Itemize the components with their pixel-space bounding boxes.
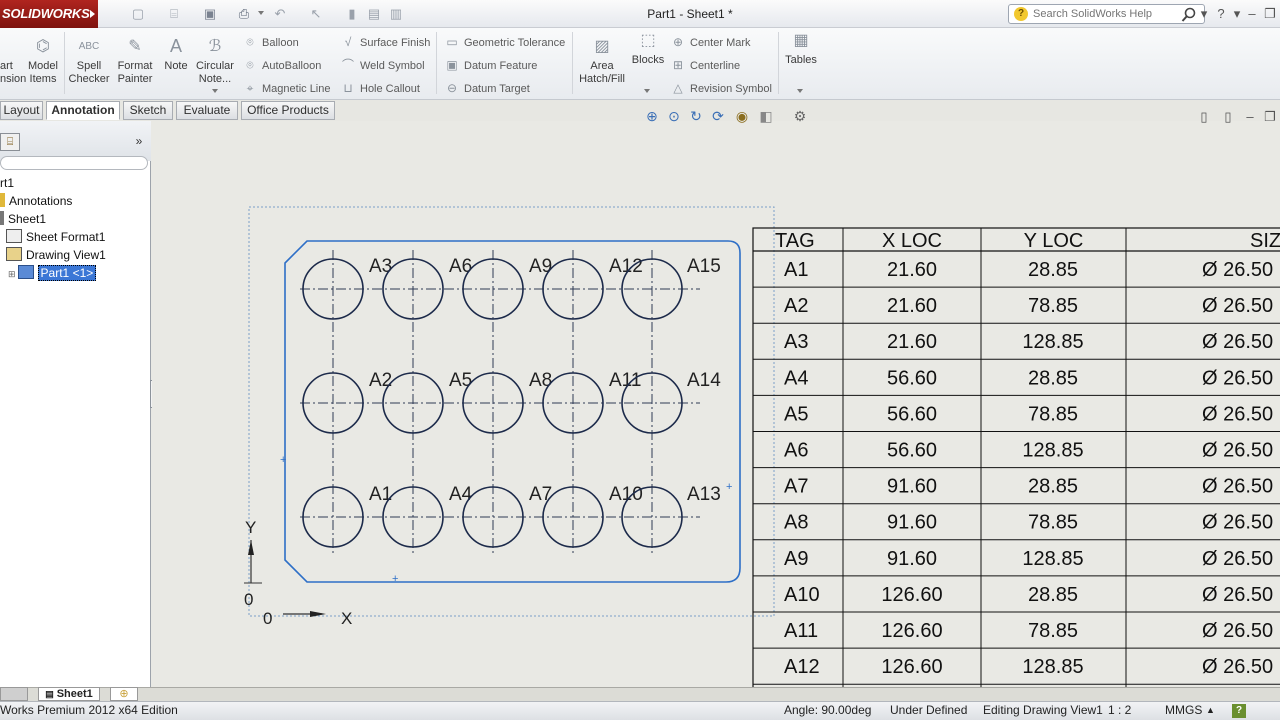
table-cell-x: 91.60 bbox=[887, 548, 937, 570]
hole-table-frame bbox=[752, 227, 1280, 689]
table-cell-tag: A6 bbox=[784, 440, 808, 462]
add-sheet-icon: ⊕ bbox=[119, 688, 129, 700]
origin-x-label: X bbox=[341, 609, 352, 628]
hole-tag-label: A13 bbox=[687, 484, 721, 505]
table-cell-size: Ø 26.50 bbox=[1202, 584, 1273, 606]
hole-tag-label: A6 bbox=[449, 256, 472, 277]
table-cell-size: Ø 26.50 bbox=[1202, 295, 1273, 317]
quick-tips-icon[interactable]: ? bbox=[1232, 704, 1246, 718]
view-handle-left: + bbox=[280, 454, 286, 466]
origin-y-zero: 0 bbox=[244, 590, 253, 609]
table-cell-size: Ø 26.50 bbox=[1202, 656, 1273, 678]
table-cell-tag: A5 bbox=[784, 403, 808, 425]
table-cell-tag: A11 bbox=[784, 620, 818, 642]
status-editing: Editing Drawing View1 bbox=[983, 703, 1103, 717]
status-definition: Under Defined bbox=[890, 703, 968, 717]
part-outline bbox=[284, 240, 741, 583]
hole-tag-label: A14 bbox=[687, 370, 721, 391]
table-cell-x: 56.60 bbox=[887, 367, 937, 389]
hole-tag-label: A2 bbox=[369, 370, 392, 391]
table-cell-x: 56.60 bbox=[887, 403, 937, 425]
sheet-nav-buttons[interactable] bbox=[0, 687, 28, 701]
hole-tag-label: A9 bbox=[529, 256, 552, 277]
table-cell-x: 91.60 bbox=[887, 476, 937, 498]
sheet-tab-bar bbox=[0, 687, 1280, 701]
status-units[interactable]: MMGS bbox=[1165, 702, 1202, 719]
table-cell-x: 126.60 bbox=[881, 656, 942, 678]
drawing-sheet: + + + A1A2A3A4A5A6A7A8A9A10A11A12A13A14A… bbox=[244, 206, 1280, 689]
hole-tag-label: A7 bbox=[529, 484, 552, 505]
table-cell-size: Ø 26.50 bbox=[1202, 259, 1273, 281]
hole-tag-label: A4 bbox=[449, 484, 473, 505]
view-handle-right: + bbox=[726, 481, 732, 493]
table-cell-size: Ø 26.50 bbox=[1202, 512, 1273, 534]
table-cell-tag: A4 bbox=[784, 367, 808, 389]
table-cell-tag: A8 bbox=[784, 512, 808, 534]
table-cell-y: 78.85 bbox=[1028, 512, 1078, 534]
table-cell-y: 128.85 bbox=[1022, 548, 1083, 570]
origin-x-zero: 0 bbox=[263, 609, 272, 628]
status-edition: Works Premium 2012 x64 Edition bbox=[0, 703, 178, 717]
table-cell-x: 21.60 bbox=[887, 259, 937, 281]
table-cell-y: 28.85 bbox=[1028, 367, 1078, 389]
hole-tag-label: A5 bbox=[449, 370, 472, 391]
table-cell-tag: A3 bbox=[784, 331, 808, 353]
table-cell-y: 128.85 bbox=[1022, 331, 1083, 353]
table-cell-size: Ø 26.50 bbox=[1202, 548, 1273, 570]
hole-tag-label: A8 bbox=[529, 370, 552, 391]
table-cell-x: 56.60 bbox=[887, 440, 937, 462]
sheet-tab-icon: ▤ bbox=[45, 689, 54, 699]
table-cell-y: 78.85 bbox=[1028, 620, 1078, 642]
table-cell-x: 126.60 bbox=[881, 620, 942, 642]
table-cell-y: 78.85 bbox=[1028, 295, 1078, 317]
status-angle: Angle: 90.00deg bbox=[784, 703, 872, 717]
table-cell-size: Ø 26.50 bbox=[1202, 331, 1273, 353]
table-cell-size: Ø 26.50 bbox=[1202, 620, 1273, 642]
table-cell-y: 78.85 bbox=[1028, 403, 1078, 425]
table-cell-size: Ø 26.50 bbox=[1202, 476, 1273, 498]
status-scale[interactable]: 1 : 2 bbox=[1108, 702, 1131, 719]
origin-y-label: Y bbox=[245, 518, 256, 537]
tab-sheet1[interactable]: ▤ Sheet1 bbox=[38, 687, 100, 701]
table-cell-x: 21.60 bbox=[887, 331, 937, 353]
table-cell-y: 28.85 bbox=[1028, 476, 1078, 498]
table-cell-tag: A9 bbox=[784, 548, 808, 570]
table-cell-size: Ø 26.50 bbox=[1202, 367, 1273, 389]
table-cell-size: Ø 26.50 bbox=[1202, 440, 1273, 462]
table-cell-y: 28.85 bbox=[1028, 259, 1078, 281]
hole-tag-label: A15 bbox=[687, 256, 721, 277]
hole-tag-label: A3 bbox=[369, 256, 392, 277]
table-cell-x: 126.60 bbox=[881, 584, 942, 606]
table-cell-tag: A12 bbox=[784, 656, 820, 678]
view-handle-bottom: + bbox=[392, 573, 398, 585]
table-header-cell: SIZE bbox=[1250, 230, 1280, 252]
table-cell-size: Ø 26.50 bbox=[1202, 403, 1273, 425]
table-cell-tag: A7 bbox=[784, 476, 808, 498]
table-header-cell: TAG bbox=[775, 230, 815, 252]
table-cell-tag: A2 bbox=[784, 295, 808, 317]
table-cell-x: 91.60 bbox=[887, 512, 937, 534]
table-header-cell: Y LOC bbox=[1024, 230, 1084, 252]
table-cell-tag: A10 bbox=[784, 584, 820, 606]
table-header-cell: X LOC bbox=[882, 230, 942, 252]
units-dropdown-icon[interactable]: ▲ bbox=[1206, 702, 1215, 719]
hole-tag-label: A1 bbox=[369, 484, 392, 505]
table-cell-y: 128.85 bbox=[1022, 656, 1083, 678]
table-cell-tag: A1 bbox=[784, 259, 808, 281]
centerlines bbox=[300, 250, 700, 555]
table-cell-y: 28.85 bbox=[1028, 584, 1078, 606]
table-cell-x: 21.60 bbox=[887, 295, 937, 317]
table-cell-y: 128.85 bbox=[1022, 440, 1083, 462]
add-sheet-button[interactable]: ⊕ bbox=[110, 687, 138, 701]
